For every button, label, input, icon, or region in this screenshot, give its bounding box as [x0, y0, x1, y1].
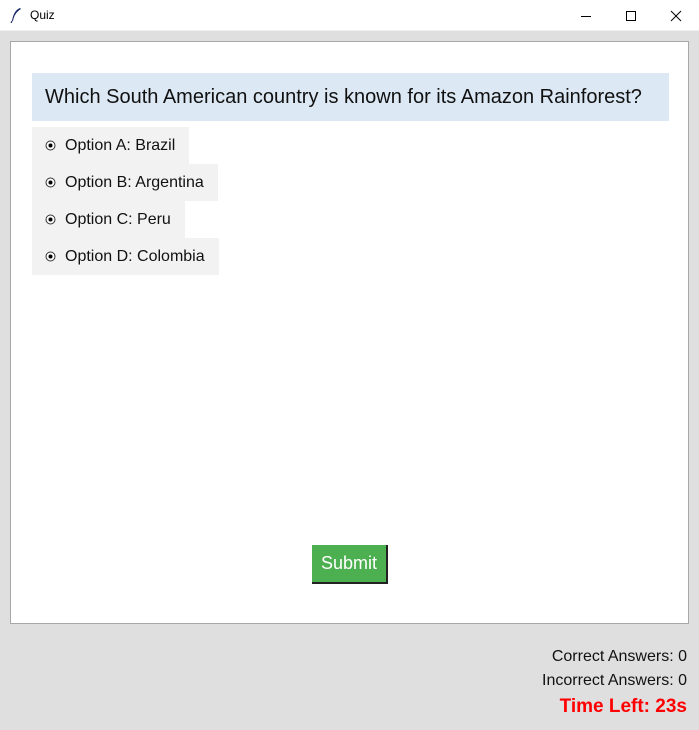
option-c-label: Option C: Peru — [65, 210, 171, 228]
option-a-label: Option A: Brazil — [65, 136, 176, 154]
title-bar[interactable]: Quiz — [0, 0, 699, 31]
close-icon — [670, 10, 682, 21]
option-a-radio[interactable]: Option A: Brazil — [32, 127, 190, 164]
submit-button[interactable]: Submit — [312, 545, 388, 584]
option-c-radio[interactable]: Option C: Peru — [32, 201, 185, 238]
radio-selected-icon — [45, 177, 56, 188]
question-label: Which South American country is known fo… — [32, 73, 669, 121]
maximize-button[interactable] — [608, 0, 654, 31]
feather-icon — [10, 8, 21, 23]
window-title: Quiz — [30, 8, 55, 22]
close-button[interactable] — [653, 0, 699, 31]
radio-selected-icon — [45, 251, 56, 262]
minimize-button[interactable] — [563, 0, 609, 31]
correct-answers-label: Correct Answers: 0 — [551, 648, 687, 665]
quiz-panel: Which South American country is known fo… — [10, 41, 689, 624]
option-b-radio[interactable]: Option B: Argentina — [32, 164, 218, 201]
incorrect-answers-label: Incorrect Answers: 0 — [542, 672, 687, 689]
maximize-icon — [626, 10, 636, 21]
option-b-label: Option B: Argentina — [65, 173, 204, 191]
option-d-label: Option D: Colombia — [65, 247, 205, 265]
minimize-icon — [581, 15, 591, 17]
radio-selected-icon — [45, 140, 56, 151]
quiz-window: Quiz Which South American country is kno… — [0, 0, 699, 730]
radio-selected-icon — [45, 214, 56, 225]
time-left-label: Time Left: 23s — [559, 696, 687, 717]
option-d-radio[interactable]: Option D: Colombia — [32, 238, 219, 275]
